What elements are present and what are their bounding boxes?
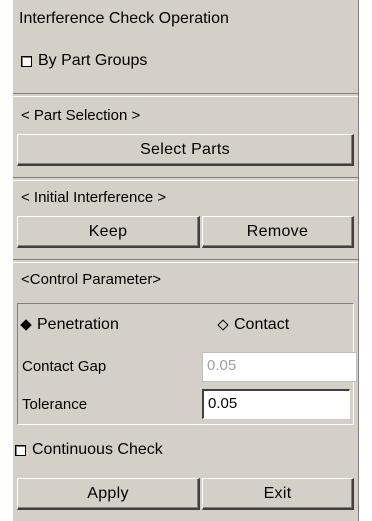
divider bbox=[13, 93, 358, 97]
checkbox-box[interactable] bbox=[15, 444, 26, 456]
remove-button[interactable]: Remove bbox=[202, 216, 354, 248]
by-part-groups-checkbox[interactable]: By Part Groups bbox=[21, 52, 147, 70]
checkbox-box[interactable] bbox=[21, 55, 32, 67]
divider bbox=[13, 259, 358, 263]
radio-selected-icon[interactable] bbox=[20, 319, 32, 331]
radio-unselected-icon[interactable] bbox=[217, 319, 229, 331]
select-parts-button[interactable]: Select Parts bbox=[17, 134, 354, 166]
interference-check-panel: Interference Check Operation By Part Gro… bbox=[12, 0, 359, 521]
exit-button[interactable]: Exit bbox=[202, 478, 354, 510]
panel-title: Interference Check Operation bbox=[19, 10, 229, 27]
keep-button[interactable]: Keep bbox=[17, 216, 200, 248]
continuous-check-label: Continuous Check bbox=[32, 441, 163, 458]
contact-gap-label: Contact Gap bbox=[22, 358, 107, 375]
contact-gap-field[interactable]: 0.05 bbox=[202, 352, 357, 382]
radio-penetration-label: Penetration bbox=[37, 316, 119, 333]
radio-contact-label: Contact bbox=[234, 316, 290, 333]
part-selection-header: < Part Selection > bbox=[21, 107, 141, 124]
divider bbox=[13, 177, 358, 181]
control-parameter-header: <Control Parameter> bbox=[21, 271, 162, 288]
continuous-check-checkbox[interactable]: Continuous Check bbox=[15, 441, 163, 459]
radio-penetration[interactable]: Penetration bbox=[20, 316, 119, 334]
by-part-groups-label: By Part Groups bbox=[38, 52, 148, 69]
tolerance-field[interactable]: 0.05 bbox=[202, 389, 350, 419]
tolerance-label: Tolerance bbox=[22, 396, 88, 413]
apply-button[interactable]: Apply bbox=[17, 478, 200, 510]
control-parameter-group: Penetration Contact Contact Gap 0.05 Tol… bbox=[17, 303, 357, 425]
radio-contact[interactable]: Contact bbox=[217, 316, 290, 334]
initial-interference-header: < Initial Interference > bbox=[21, 189, 167, 206]
